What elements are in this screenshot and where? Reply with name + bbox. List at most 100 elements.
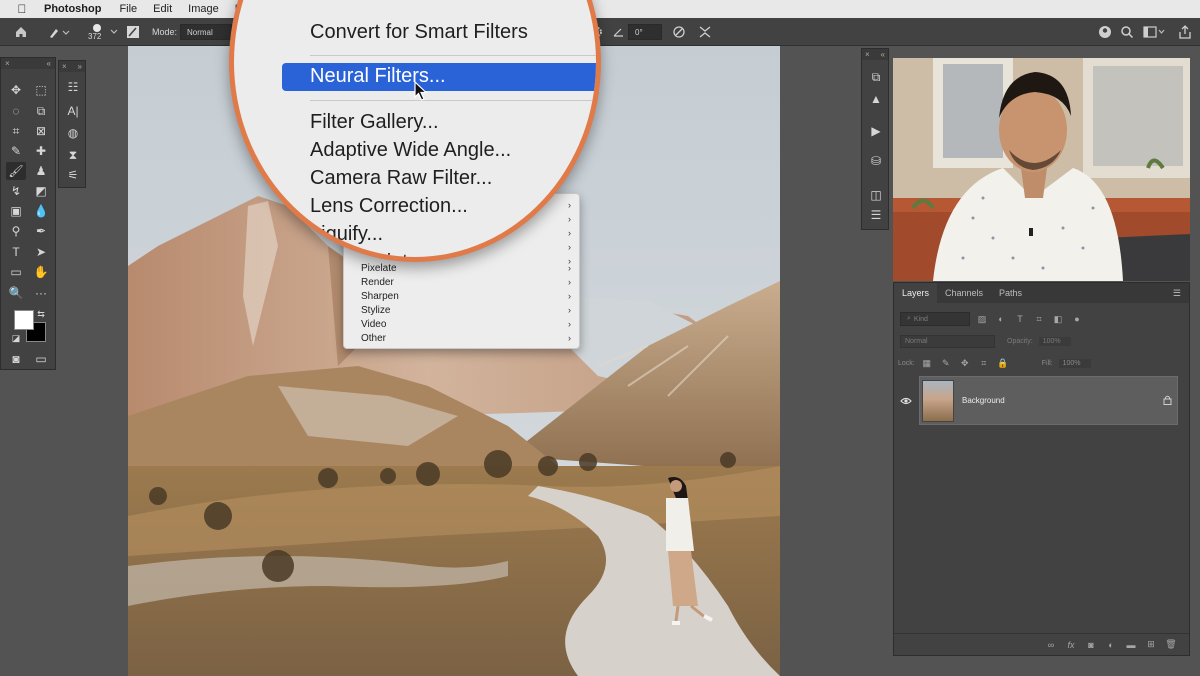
menu-edit[interactable]: Edit	[153, 3, 172, 15]
menu-item-convert-smart-filters[interactable]: Convert for Smart Filters	[310, 21, 528, 44]
foreground-color-swatch[interactable]	[14, 310, 34, 330]
link-layers-icon[interactable]: ∞	[1041, 637, 1061, 653]
path-select-tool-icon[interactable]: ➤	[31, 243, 51, 261]
properties-icon[interactable]: ☷	[63, 77, 83, 97]
eye-icon[interactable]	[899, 394, 913, 408]
menu-image[interactable]: Image	[188, 3, 219, 15]
menu-file[interactable]: File	[119, 3, 137, 15]
toolbox-header[interactable]: × «	[1, 58, 55, 69]
mode-select[interactable]: Normal	[180, 24, 232, 40]
eraser-tool-icon[interactable]: ◩	[31, 182, 51, 200]
history-brush-icon[interactable]: ↯	[6, 182, 26, 200]
frame-tool-icon[interactable]: ⊠	[31, 122, 51, 140]
more-tools-icon[interactable]: ···	[31, 284, 51, 302]
adjustments-icon[interactable]: ⧗	[63, 145, 83, 165]
adjustment-filter-icon[interactable]: ◐	[994, 312, 1008, 326]
brush-settings-icon[interactable]	[126, 18, 140, 46]
menu-item-adaptive-wide-angle[interactable]: Adaptive Wide Angle...	[310, 139, 511, 162]
blur-tool-icon[interactable]: 💧	[31, 202, 51, 220]
workspace-icon[interactable]	[1143, 18, 1165, 46]
blend-mode-select[interactable]: Normal	[900, 334, 995, 348]
home-icon[interactable]	[14, 18, 28, 46]
history-icon[interactable]: ⧉	[866, 67, 886, 87]
brush-preset-icon[interactable]	[48, 18, 70, 46]
filter-toggle-icon[interactable]: ●	[1070, 312, 1084, 326]
lock-artboard-icon[interactable]: ⌗	[977, 356, 991, 370]
screen-mode-icon[interactable]: ▭	[31, 350, 51, 368]
shape-filter-icon[interactable]: ⌗	[1032, 312, 1046, 326]
menu-item-pixelate[interactable]: Pixelate ›	[361, 261, 571, 275]
kind-filter-select[interactable]: ⌕ Kind	[900, 312, 970, 326]
menu-item-liquify[interactable]: Liquify...	[310, 223, 383, 246]
brush-tool-icon[interactable]: 🖌	[6, 162, 26, 180]
pixel-filter-icon[interactable]: ▨	[975, 312, 989, 326]
menu-item-lens-correction[interactable]: Lens Correction...	[310, 195, 468, 218]
add-mask-icon[interactable]: ◙	[1081, 637, 1101, 653]
rectangle-tool-icon[interactable]: ▭	[6, 263, 26, 281]
panel-menu-icon[interactable]: ☰	[1165, 283, 1189, 303]
crop-tool-icon[interactable]: ⌗	[6, 122, 26, 140]
gradient-tool-icon[interactable]: ▣	[6, 202, 26, 220]
new-layer-icon[interactable]: ⊞	[1141, 637, 1161, 653]
angle-input[interactable]: 0°	[628, 24, 662, 40]
apple-logo-icon[interactable]: 	[0, 2, 44, 16]
layer-style-icon[interactable]: fx	[1061, 637, 1081, 653]
move-tool-icon[interactable]: ✥	[6, 81, 26, 99]
character-icon[interactable]: A|	[63, 101, 83, 121]
menu-item-render[interactable]: Render ›	[361, 275, 571, 289]
tab-channels[interactable]: Channels	[937, 283, 991, 303]
opacity-value[interactable]: 100%	[1038, 336, 1071, 346]
notes-icon[interactable]: ☰	[866, 205, 886, 225]
tab-paths[interactable]: Paths	[991, 283, 1030, 303]
collapse-icon[interactable]: «	[881, 50, 885, 59]
object-select-tool-icon[interactable]: ⧉	[31, 102, 51, 120]
pressure-icon[interactable]	[672, 18, 686, 46]
libraries-icon[interactable]: ◫	[866, 185, 886, 205]
default-colors-icon[interactable]: ◪	[10, 332, 22, 344]
collapse-icon[interactable]: »	[78, 62, 82, 71]
lock-pixels-icon[interactable]: ▦	[920, 356, 934, 370]
new-adjustment-layer-icon[interactable]: ◐	[1101, 637, 1121, 653]
lock-position-icon[interactable]: ✥	[958, 356, 972, 370]
menu-item-other[interactable]: Other ›	[361, 331, 571, 345]
lasso-tool-icon[interactable]: ◌	[6, 102, 26, 120]
hand-tool-icon[interactable]: ✋	[31, 263, 51, 281]
symmetry-icon[interactable]	[698, 18, 712, 46]
lock-image-icon[interactable]: ✎	[939, 356, 953, 370]
right-strip-header[interactable]: × «	[862, 49, 888, 60]
brush-presets-icon[interactable]: ▲	[866, 89, 886, 109]
menu-item-stylize[interactable]: Stylize ›	[361, 303, 571, 317]
share-icon[interactable]	[1178, 18, 1192, 46]
type-tool-icon[interactable]: T	[6, 243, 26, 261]
swatches-icon[interactable]: ◍	[63, 123, 83, 143]
stamp-tool-icon[interactable]: ♟	[31, 162, 51, 180]
brush-size-control[interactable]: 372	[88, 18, 101, 46]
brush-settings-panel-icon[interactable]: ⚟	[63, 165, 83, 185]
smart-object-filter-icon[interactable]: ◧	[1051, 312, 1065, 326]
chevron-down-icon[interactable]	[110, 18, 118, 46]
dodge-tool-icon[interactable]: ⚲	[6, 222, 26, 240]
pen-tool-icon[interactable]: ✒	[31, 222, 51, 240]
search-icon[interactable]	[1120, 18, 1134, 46]
menu-item-video[interactable]: Video ›	[361, 317, 571, 331]
menu-item-camera-raw-filter[interactable]: Camera Raw Filter...	[310, 167, 492, 190]
new-group-icon[interactable]: ▬	[1121, 637, 1141, 653]
close-icon[interactable]: ×	[5, 59, 10, 68]
menu-item-sharpen[interactable]: Sharpen ›	[361, 289, 571, 303]
swap-colors-icon[interactable]: ⇆	[35, 308, 47, 320]
tab-layers[interactable]: Layers	[894, 283, 938, 303]
lock-all-icon[interactable]: 🔒	[996, 356, 1010, 370]
panel-strip-header[interactable]: ×»	[59, 61, 85, 72]
fill-value[interactable]: 100%	[1058, 358, 1091, 368]
zoom-tool-icon[interactable]: 🔍	[6, 284, 26, 302]
delete-layer-icon[interactable]: 🗑	[1161, 637, 1181, 653]
close-icon[interactable]: ×	[865, 50, 870, 59]
marquee-tool-icon[interactable]: ⬚	[31, 81, 51, 99]
clone-source-icon[interactable]: ⛁	[866, 151, 886, 171]
eyedropper-tool-icon[interactable]: ✎	[6, 142, 26, 160]
quick-mask-icon[interactable]: ◙	[6, 350, 26, 368]
menu-item-filter-gallery[interactable]: Filter Gallery...	[310, 111, 439, 134]
healing-tool-icon[interactable]: ✚	[31, 142, 51, 160]
play-icon[interactable]: ▶	[866, 121, 886, 141]
type-filter-icon[interactable]: T	[1013, 312, 1027, 326]
